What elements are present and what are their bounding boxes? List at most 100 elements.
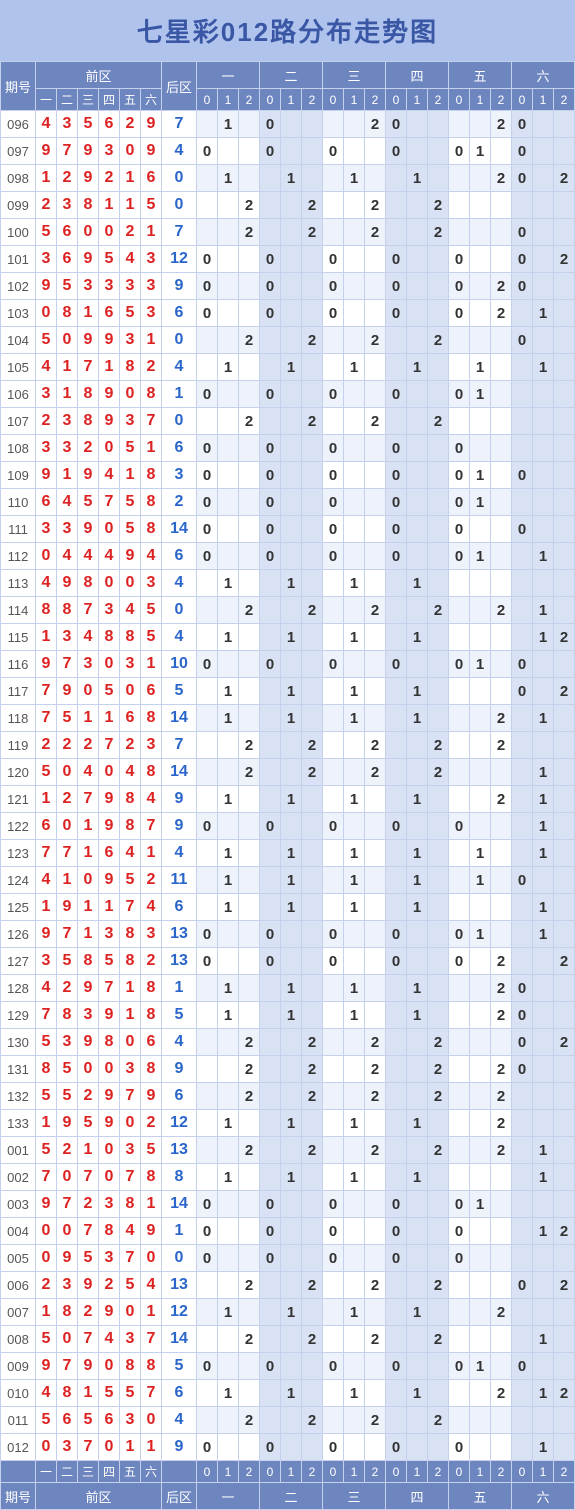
cell-mark: 2 bbox=[302, 759, 323, 786]
cell-empty bbox=[554, 705, 575, 732]
cell-empty bbox=[365, 165, 386, 192]
cell-mark: 0 bbox=[449, 1245, 470, 1272]
footer-mod-2-0: 0 bbox=[323, 1461, 344, 1483]
cell-empty bbox=[512, 1110, 533, 1137]
cell-empty bbox=[323, 165, 344, 192]
cell-back: 9 bbox=[162, 273, 197, 300]
cell-empty bbox=[533, 273, 554, 300]
footer-mod-5-2: 2 bbox=[554, 1461, 575, 1483]
cell-front: 7 bbox=[57, 840, 78, 867]
cell-front: 5 bbox=[36, 327, 57, 354]
cell-front: 5 bbox=[141, 624, 162, 651]
cell-empty bbox=[449, 840, 470, 867]
cell-empty bbox=[533, 489, 554, 516]
cell-mark: 2 bbox=[554, 678, 575, 705]
cell-empty bbox=[470, 732, 491, 759]
cell-front: 1 bbox=[78, 1137, 99, 1164]
cell-empty bbox=[302, 1218, 323, 1245]
cell-empty bbox=[302, 624, 323, 651]
cell-front: 7 bbox=[78, 1164, 99, 1191]
cell-issue: 104 bbox=[1, 327, 36, 354]
cell-front: 5 bbox=[141, 597, 162, 624]
cell-front: 0 bbox=[36, 1434, 57, 1461]
cell-mark: 2 bbox=[365, 219, 386, 246]
cell-front: 5 bbox=[57, 1056, 78, 1083]
cell-mark: 0 bbox=[323, 489, 344, 516]
cell-empty bbox=[302, 1191, 323, 1218]
cell-empty bbox=[218, 813, 239, 840]
cell-empty bbox=[407, 381, 428, 408]
footer-back: 后区 bbox=[162, 1483, 197, 1510]
cell-front: 9 bbox=[99, 813, 120, 840]
cell-empty bbox=[344, 651, 365, 678]
cell-front: 9 bbox=[120, 543, 141, 570]
cell-empty bbox=[260, 1083, 281, 1110]
cell-mark: 0 bbox=[386, 273, 407, 300]
data-row: 10723893702222 bbox=[1, 408, 575, 435]
cell-mark: 0 bbox=[260, 246, 281, 273]
cell-empty bbox=[302, 1245, 323, 1272]
cell-front: 2 bbox=[141, 354, 162, 381]
cell-back: 14 bbox=[162, 1191, 197, 1218]
cell-mark: 0 bbox=[512, 1002, 533, 1029]
cell-empty bbox=[512, 813, 533, 840]
cell-empty bbox=[239, 705, 260, 732]
cell-empty bbox=[197, 597, 218, 624]
data-row: 10308165360000021 bbox=[1, 300, 575, 327]
cell-empty bbox=[260, 1137, 281, 1164]
cell-mark: 2 bbox=[302, 597, 323, 624]
cell-empty bbox=[491, 1218, 512, 1245]
cell-empty bbox=[470, 1272, 491, 1299]
cell-empty bbox=[533, 138, 554, 165]
cell-front: 3 bbox=[120, 1407, 141, 1434]
data-row: 0120370119000001 bbox=[1, 1434, 575, 1461]
cell-front: 4 bbox=[36, 354, 57, 381]
cell-front: 9 bbox=[141, 1083, 162, 1110]
cell-empty bbox=[470, 678, 491, 705]
cell-front: 6 bbox=[99, 840, 120, 867]
footer-back-blank bbox=[162, 1461, 197, 1483]
cell-empty bbox=[491, 1326, 512, 1353]
cell-mark: 2 bbox=[302, 1326, 323, 1353]
cell-front: 5 bbox=[120, 867, 141, 894]
cell-empty bbox=[344, 1083, 365, 1110]
cell-front: 2 bbox=[57, 1137, 78, 1164]
header-back: 后区 bbox=[162, 62, 197, 111]
cell-empty bbox=[533, 570, 554, 597]
cell-mark: 0 bbox=[260, 1191, 281, 1218]
cell-empty bbox=[428, 1218, 449, 1245]
cell-empty bbox=[512, 1191, 533, 1218]
cell-empty bbox=[281, 813, 302, 840]
cell-empty bbox=[491, 570, 512, 597]
cell-empty bbox=[512, 759, 533, 786]
cell-front: 3 bbox=[141, 246, 162, 273]
cell-issue: 099 bbox=[1, 192, 36, 219]
cell-empty bbox=[344, 597, 365, 624]
cell-mark: 0 bbox=[512, 327, 533, 354]
cell-mark: 1 bbox=[281, 840, 302, 867]
cell-back: 12 bbox=[162, 1299, 197, 1326]
cell-empty bbox=[449, 1380, 470, 1407]
cell-mark: 1 bbox=[407, 678, 428, 705]
data-row: 104509931022220 bbox=[1, 327, 575, 354]
cell-empty bbox=[470, 624, 491, 651]
cell-mark: 2 bbox=[491, 948, 512, 975]
cell-front: 1 bbox=[141, 1191, 162, 1218]
cell-mark: 2 bbox=[239, 597, 260, 624]
header-front-2: 三 bbox=[78, 89, 99, 111]
cell-front: 8 bbox=[120, 813, 141, 840]
cell-issue: 114 bbox=[1, 597, 36, 624]
cell-empty bbox=[428, 651, 449, 678]
cell-empty bbox=[239, 300, 260, 327]
cell-empty bbox=[197, 894, 218, 921]
cell-empty bbox=[281, 1434, 302, 1461]
cell-front: 4 bbox=[36, 975, 57, 1002]
cell-empty bbox=[491, 921, 512, 948]
cell-empty bbox=[197, 1029, 218, 1056]
cell-empty bbox=[218, 759, 239, 786]
cell-empty bbox=[197, 570, 218, 597]
cell-empty bbox=[449, 786, 470, 813]
cell-front: 2 bbox=[141, 1110, 162, 1137]
cell-back: 0 bbox=[162, 597, 197, 624]
cell-front: 8 bbox=[78, 381, 99, 408]
